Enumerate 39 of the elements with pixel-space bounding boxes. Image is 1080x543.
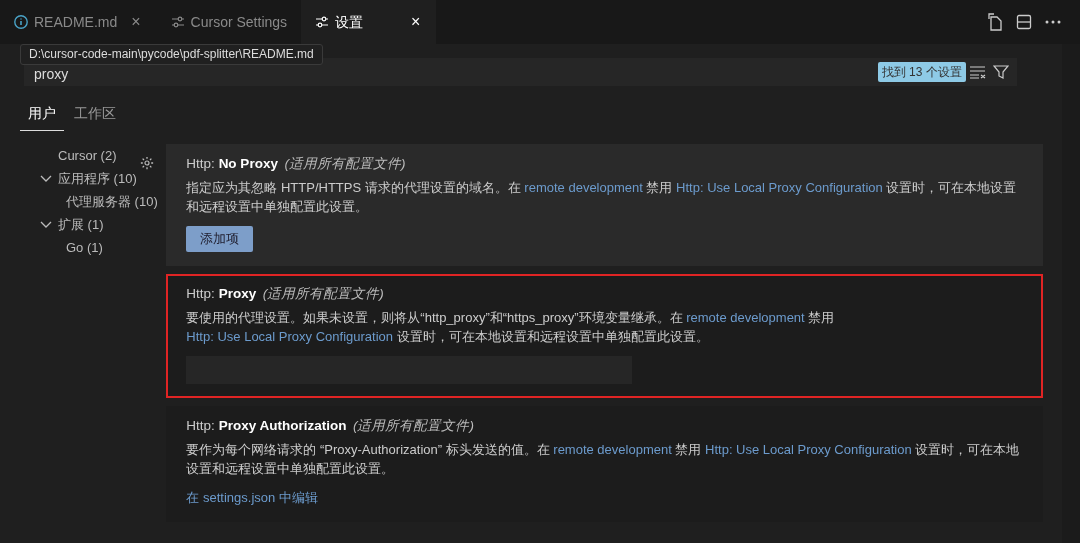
setting-description: 要使用的代理设置。如果未设置，则将从“http_proxy”和“https_proxy”环境变量继承。在 remote development 禁用 Http: Use Local Proxy Configuration 设置时，可在本地设置和远程设置中单独配置此设置。 xyxy=(186,309,836,346)
settings-icon[interactable] xyxy=(140,155,155,170)
sliders-icon xyxy=(170,16,185,28)
clear-filter-icon[interactable] xyxy=(968,65,987,79)
scope-tab[interactable]: 工作区 xyxy=(65,99,124,131)
link[interactable]: remote development xyxy=(553,442,672,458)
chevron-icon[interactable] xyxy=(40,221,52,230)
sliders-icon xyxy=(315,16,330,28)
link[interactable]: Http: Use Local Proxy Configuration xyxy=(186,329,393,344)
setting-title: Http: Proxy Authorization (适用所有配置文件) xyxy=(186,417,475,435)
filter-icon[interactable] xyxy=(993,64,1010,80)
editor-tab[interactable]: README.md × xyxy=(0,0,157,44)
link[interactable]: Http: Use Local Proxy Configuration xyxy=(676,180,883,196)
add-item-button[interactable]: 添加项 xyxy=(186,226,254,252)
chevron-icon[interactable] xyxy=(40,175,52,184)
setting-description: 要作为每个网络请求的 “Proxy-Authorization” 标头发送的值。在 remote development 禁用 Http: Use Local Proxy Configuration 设置时，可在本地设置和远程设置中单独配置此设置。 xyxy=(186,441,1021,479)
scope-tab[interactable]: 用户 xyxy=(19,99,64,131)
close-button[interactable]: × xyxy=(129,14,143,30)
close-button[interactable]: × xyxy=(409,14,423,30)
link[interactable]: Http: Use Local Proxy Configuration xyxy=(705,442,912,458)
editor-tab[interactable]: 设置 × xyxy=(301,0,437,44)
info-icon xyxy=(14,15,28,29)
toc-item[interactable]: Go (1) xyxy=(66,236,103,259)
toc-item[interactable]: Cursor (2) xyxy=(58,144,117,167)
setting-title: Http: Proxy (适用所有配置文件) xyxy=(186,284,385,303)
link[interactable]: remote development xyxy=(686,310,805,325)
setting-title: Http: No Proxy (适用所有配置文件) xyxy=(186,155,407,173)
path-tooltip: D:\cursor-code-main\pycode\pdf-splitter\README.md xyxy=(20,44,323,65)
link[interactable]: remote development xyxy=(524,180,643,196)
split-editor-icon[interactable] xyxy=(1015,14,1032,30)
more-icon[interactable] xyxy=(1044,20,1061,24)
setting-description: 指定应为其忽略 HTTP/HTTPS 请求的代理设置的域名。在 remote development 禁用 Http: Use Local Proxy Configuration 设置时，可在本地设置和远程设置中单独配置此设置。 xyxy=(186,179,1018,217)
file-icon[interactable] xyxy=(986,13,1003,31)
result-count-badge: 找到 13 个设置 xyxy=(877,62,966,82)
toc-item[interactable]: 扩展 (1) xyxy=(58,213,104,236)
editor-tab[interactable]: Cursor Settings xyxy=(156,0,302,44)
edit-in-json-link[interactable]: 在 settings.json 中编辑 xyxy=(186,490,318,506)
toc-item[interactable]: 应用程序 (10) xyxy=(58,167,137,190)
toc-item[interactable]: 代理服务器 (10) xyxy=(66,190,158,213)
